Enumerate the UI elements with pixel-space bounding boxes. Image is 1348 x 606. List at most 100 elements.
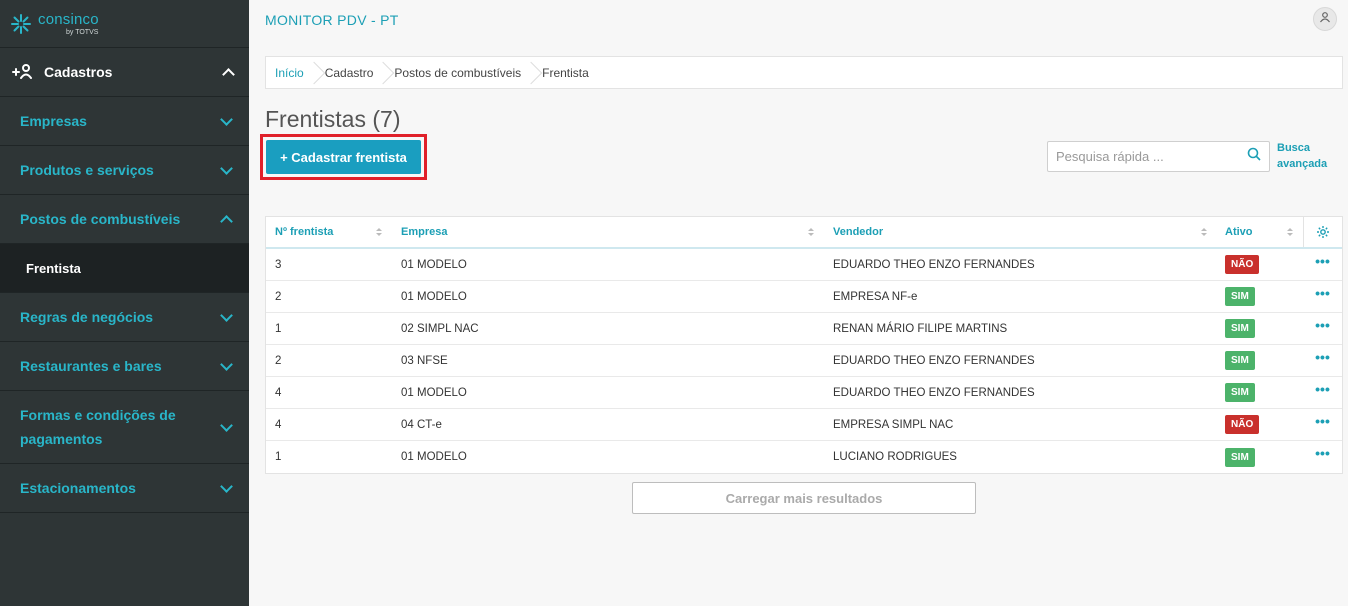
sort-icon xyxy=(1201,228,1207,236)
cell-empresa: 04 CT-e xyxy=(401,418,442,431)
sidebar-item-label: Postos de combustíveis xyxy=(20,211,181,227)
row-actions-icon[interactable]: ••• xyxy=(1315,253,1330,269)
settings-gear-icon[interactable] xyxy=(1303,217,1342,247)
cell-empresa: 01 MODELO xyxy=(401,451,467,463)
cell-empresa: 01 MODELO xyxy=(401,290,467,303)
sidebar-item-label: Regras de negócios xyxy=(20,309,154,325)
page-title: Frentistas (7) xyxy=(265,106,401,132)
sidebar-item-label: Empresas xyxy=(20,113,87,129)
sidebar-item-regras-negocios[interactable]: Regras de negócios xyxy=(0,293,249,342)
status-badge: NÃO xyxy=(1225,415,1260,434)
cell-vendedor: EDUARDO THEO ENZO FERNANDES xyxy=(833,258,1035,271)
search-input[interactable] xyxy=(1056,149,1247,164)
add-button-highlight: + Cadastrar frentista xyxy=(260,134,427,180)
advanced-search-link[interactable]: Busca avançada xyxy=(1277,140,1337,172)
sidebar: consinco by TOTVS Cadastros Empresas Pro… xyxy=(0,0,249,606)
row-actions-icon[interactable]: ••• xyxy=(1315,381,1330,397)
breadcrumb-item-inicio[interactable]: Início xyxy=(266,57,316,88)
sidebar-item-estacionamentos[interactable]: Estacionamentos xyxy=(0,464,249,513)
breadcrumb-item-cadastro[interactable]: Cadastro xyxy=(316,57,386,88)
sidebar-item-formas-pagamentos[interactable]: Formas e condições de pagamentos xyxy=(0,391,249,464)
load-more-button[interactable]: Carregar mais resultados xyxy=(632,482,976,514)
column-header-numero[interactable]: Nº frentista xyxy=(266,226,392,238)
sidebar-item-produtos-servicos[interactable]: Produtos e serviços xyxy=(0,146,249,195)
cell-numero: 2 xyxy=(275,354,282,367)
chevron-down-icon xyxy=(220,161,233,175)
app-title: MONITOR PDV - PT xyxy=(265,12,399,28)
chevron-up-icon xyxy=(220,214,233,228)
row-actions-icon[interactable]: ••• xyxy=(1315,349,1330,365)
logo-by: by TOTVS xyxy=(66,28,99,36)
cell-empresa: 01 MODELO xyxy=(401,386,467,399)
logo-name: consinco xyxy=(38,10,99,28)
sidebar-item-label: Formas e condições de pagamentos xyxy=(20,407,176,447)
row-actions-icon[interactable]: ••• xyxy=(1315,317,1330,333)
cell-vendedor: RENAN MÁRIO FILIPE MARTINS xyxy=(833,322,1008,335)
sidebar-item-postos-combustiveis[interactable]: Postos de combustíveis xyxy=(0,195,249,244)
column-header-empresa[interactable]: Empresa xyxy=(392,226,824,238)
cell-empresa: 01 MODELO xyxy=(401,258,467,271)
table-row[interactable]: 2 01 MODELO EMPRESA NF-e SIM ••• xyxy=(266,281,1342,313)
table-row[interactable]: 2 03 NFSE EDUARDO THEO ENZO FERNANDES SI… xyxy=(266,345,1342,377)
nav-section-label: Cadastros xyxy=(44,64,113,80)
user-icon xyxy=(1319,10,1331,28)
cell-vendedor: LUCIANO RODRIGUES xyxy=(833,451,957,463)
breadcrumb: Início Cadastro Postos de combustíveis F… xyxy=(265,56,1343,89)
sort-icon xyxy=(808,228,814,236)
cell-vendedor: EMPRESA NF-e xyxy=(833,290,918,303)
chevron-down-icon xyxy=(220,418,233,432)
sidebar-item-label: Estacionamentos xyxy=(20,480,136,496)
breadcrumb-item-postos[interactable]: Postos de combustíveis xyxy=(385,57,533,88)
sidebar-subitem-frentista[interactable]: Frentista xyxy=(0,244,249,293)
table-row[interactable]: 4 04 CT-e EMPRESA SIMPL NAC NÃO ••• xyxy=(266,409,1342,441)
table-header: Nº frentista Empresa Vendedor Ativo xyxy=(266,217,1342,249)
cell-numero: 1 xyxy=(275,451,282,463)
table-row[interactable]: 1 01 MODELO LUCIANO RODRIGUES SIM ••• xyxy=(266,441,1342,473)
chevron-down-icon xyxy=(220,308,233,322)
table-row[interactable]: 4 01 MODELO EDUARDO THEO ENZO FERNANDES … xyxy=(266,377,1342,409)
chevron-down-icon xyxy=(220,357,233,371)
cell-vendedor: EDUARDO THEO ENZO FERNANDES xyxy=(833,386,1035,399)
sort-icon xyxy=(376,228,382,236)
sort-icon xyxy=(1287,228,1293,236)
search-icon[interactable] xyxy=(1247,147,1261,166)
sidebar-item-label: Produtos e serviços xyxy=(20,162,154,178)
chevron-down-icon xyxy=(220,479,233,493)
main-content: MONITOR PDV - PT Início Cadastro Postos … xyxy=(249,0,1348,606)
cell-numero: 3 xyxy=(275,258,282,271)
chevron-down-icon xyxy=(220,112,233,126)
status-badge: SIM xyxy=(1225,351,1255,370)
status-badge: SIM xyxy=(1225,383,1255,402)
sidebar-item-empresas[interactable]: Empresas xyxy=(0,97,249,146)
row-actions-icon[interactable]: ••• xyxy=(1315,445,1330,461)
consinco-logo-icon xyxy=(10,13,32,35)
status-badge: NÃO xyxy=(1225,255,1260,274)
column-header-vendedor[interactable]: Vendedor xyxy=(824,226,1217,238)
brand-logo[interactable]: consinco by TOTVS xyxy=(0,0,249,48)
cell-vendedor: EMPRESA SIMPL NAC xyxy=(833,418,954,431)
cell-vendedor: EDUARDO THEO ENZO FERNANDES xyxy=(833,354,1035,367)
table-row[interactable]: 3 01 MODELO EDUARDO THEO ENZO FERNANDES … xyxy=(266,249,1342,281)
cell-numero: 4 xyxy=(275,418,282,431)
user-menu-button[interactable] xyxy=(1313,7,1337,31)
status-badge: SIM xyxy=(1225,287,1255,306)
column-header-ativo[interactable]: Ativo xyxy=(1217,226,1303,238)
add-frentista-button[interactable]: + Cadastrar frentista xyxy=(266,140,421,174)
status-badge: SIM xyxy=(1225,447,1255,467)
sidebar-item-restaurantes-bares[interactable]: Restaurantes e bares xyxy=(0,342,249,391)
breadcrumb-item-frentista: Frentista xyxy=(542,65,589,80)
cell-numero: 4 xyxy=(275,386,282,399)
cell-numero: 2 xyxy=(275,290,282,303)
table-row[interactable]: 1 02 SIMPL NAC RENAN MÁRIO FILIPE MARTIN… xyxy=(266,313,1342,345)
row-actions-icon[interactable]: ••• xyxy=(1315,413,1330,429)
quick-search xyxy=(1047,141,1270,172)
chevron-up-icon xyxy=(222,67,235,81)
cell-empresa: 02 SIMPL NAC xyxy=(401,322,479,335)
row-actions-icon[interactable]: ••• xyxy=(1315,285,1330,301)
nav-section-cadastros[interactable]: Cadastros xyxy=(0,48,249,97)
cell-empresa: 03 NFSE xyxy=(401,354,448,367)
status-badge: SIM xyxy=(1225,319,1255,338)
sidebar-item-label: Restaurantes e bares xyxy=(20,358,162,374)
frentistas-table: Nº frentista Empresa Vendedor Ativo 3 01… xyxy=(265,216,1343,474)
cell-numero: 1 xyxy=(275,322,282,335)
